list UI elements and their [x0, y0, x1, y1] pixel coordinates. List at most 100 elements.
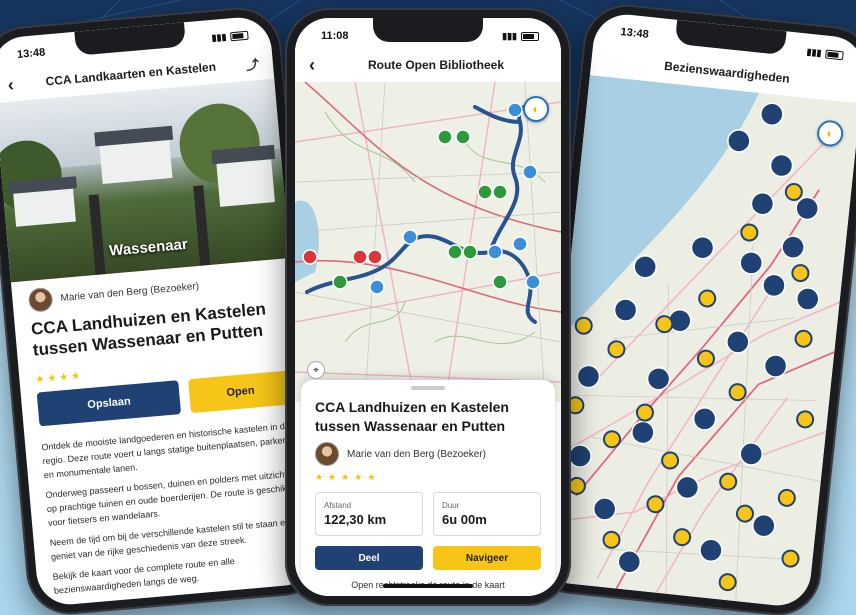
compass-icon[interactable]: ◐ [523, 96, 549, 122]
route-header-title: Route Open Bibliotheek [367, 58, 504, 72]
navigate-button[interactable]: Navigeer [433, 546, 541, 570]
map-pin-icon[interactable] [784, 182, 803, 201]
poi-cluster-pin[interactable] [692, 407, 717, 431]
map-pin-icon[interactable] [574, 316, 593, 335]
map-pin-icon[interactable] [791, 264, 810, 283]
poi-cluster-pin[interactable] [633, 255, 657, 279]
map-pin-icon[interactable] [607, 340, 626, 359]
map-pin-icon[interactable] [740, 223, 759, 242]
map-pin-icon[interactable] [367, 249, 383, 265]
star-icon: ★ [341, 472, 350, 482]
map-pin-icon[interactable] [492, 184, 508, 200]
locate-icon[interactable]: ⌖ [307, 361, 325, 379]
poi-cluster-pin[interactable] [781, 235, 805, 259]
map-pin-icon[interactable] [507, 102, 523, 118]
poi-cluster-pin[interactable] [763, 354, 788, 378]
map-pin-icon[interactable] [437, 129, 453, 145]
battery-icon [825, 49, 844, 60]
map-pin-icon[interactable] [796, 410, 815, 429]
open-button[interactable]: Open [188, 370, 293, 414]
poi-cluster-pin[interactable] [739, 251, 763, 275]
rating-stars: ★ ★ ★ ★ [35, 371, 81, 386]
lake-area [295, 200, 319, 282]
map-pin-icon[interactable] [352, 249, 368, 265]
hero-image: Wassenaar [0, 78, 290, 283]
poi-cluster-pin[interactable] [750, 191, 775, 216]
share-route-button[interactable]: Deel [315, 546, 423, 570]
map-pin-icon[interactable] [655, 315, 674, 334]
map-pin-icon[interactable] [696, 349, 715, 368]
star-icon: ★ [58, 371, 69, 384]
map-pin-icon[interactable] [698, 289, 717, 308]
map-pin-icon[interactable] [512, 236, 528, 252]
poi-cluster-pin[interactable] [760, 102, 784, 126]
back-arrow-icon[interactable]: ‹ [7, 74, 15, 95]
distance-value: 122,30 km [324, 512, 387, 527]
map-pin-icon[interactable] [477, 184, 493, 200]
poi-cluster-pin[interactable] [699, 538, 723, 563]
route-map[interactable]: ◐ [295, 81, 561, 403]
map-pin-icon[interactable] [455, 129, 471, 145]
duration-stat: Duur 6u 00m [433, 492, 541, 536]
sheet-handle[interactable] [411, 386, 445, 390]
lodge-house-right [216, 157, 275, 207]
poi-cluster-pin[interactable] [592, 497, 617, 521]
signal-icon: ▮▮▮ [806, 46, 823, 58]
poi-cluster-pin[interactable] [726, 330, 750, 354]
map-pin-icon[interactable] [794, 329, 813, 348]
map-pin-icon[interactable] [302, 249, 318, 265]
map-pin-icon[interactable] [602, 530, 621, 549]
map-pin-icon[interactable] [492, 274, 508, 290]
map-pin-icon[interactable] [646, 495, 665, 514]
map-pin-icon[interactable] [402, 229, 418, 245]
map-pin-icon[interactable] [777, 488, 796, 507]
home-indicator [383, 584, 473, 588]
map-pin-icon[interactable] [719, 472, 738, 491]
poi-cluster-pin[interactable] [617, 550, 642, 574]
poi-cluster-pin[interactable] [690, 235, 715, 260]
map-pin-icon[interactable] [718, 573, 737, 592]
map-pin-icon[interactable] [781, 549, 800, 568]
gate-post [193, 185, 211, 266]
poi-cluster-pin[interactable] [576, 364, 601, 389]
map-pin-icon[interactable] [728, 383, 747, 402]
star-icon: ★ [367, 472, 376, 482]
map-pin-icon[interactable] [525, 274, 541, 290]
author-name: Marie van den Berg (Bezoeker) [60, 280, 200, 304]
poi-cluster-pin[interactable] [752, 513, 776, 538]
article-screen: 13:48 ▮▮▮ ‹ CCA Landkaarten en Kastelen … [0, 14, 319, 608]
poi-cluster-pin[interactable] [613, 298, 638, 322]
poi-cluster-pin[interactable] [675, 475, 700, 500]
map-pin-icon[interactable] [447, 244, 463, 260]
map-pin-icon[interactable] [673, 528, 692, 547]
map-pin-icon[interactable] [635, 403, 654, 422]
route-map-canvas[interactable] [295, 81, 561, 403]
map-pin-icon[interactable] [661, 451, 680, 470]
poi-map[interactable]: ◐ [536, 75, 856, 609]
author-name: Marie van den Berg (Bezoeker) [347, 448, 486, 460]
back-arrow-icon[interactable]: ‹ [309, 55, 315, 76]
map-pin-icon[interactable] [462, 244, 478, 260]
phone-route-map: 11:08 ▮▮▮ ‹ Route Open Bibliotheek ◐ ⌖ C… [285, 8, 571, 606]
poi-cluster-pin[interactable] [769, 153, 794, 178]
poi-map-canvas[interactable] [537, 75, 856, 609]
map-pin-icon[interactable] [735, 504, 754, 523]
map-pin-icon[interactable] [369, 279, 385, 295]
signal-icon: ▮▮▮ [502, 30, 517, 41]
poi-cluster-pin[interactable] [795, 196, 819, 221]
share-icon[interactable]: ⤴ [245, 53, 260, 73]
poi-cluster-pin[interactable] [795, 287, 820, 311]
duration-label: Duur [442, 501, 460, 510]
author-row: Marie van den Berg (Bezoeker) [315, 442, 545, 466]
avatar[interactable] [27, 286, 54, 313]
map-pin-icon[interactable] [602, 430, 621, 449]
map-pin-icon[interactable] [522, 164, 538, 180]
avatar[interactable] [315, 442, 339, 466]
route-line[interactable] [305, 102, 547, 324]
star-icon: ★ [354, 472, 363, 482]
distance-label: Afstand [324, 501, 352, 510]
poi-cluster-pin[interactable] [762, 273, 786, 298]
save-button[interactable]: Opslaan [36, 380, 182, 427]
map-pin-icon[interactable] [332, 274, 348, 290]
map-pin-icon[interactable] [487, 244, 503, 260]
